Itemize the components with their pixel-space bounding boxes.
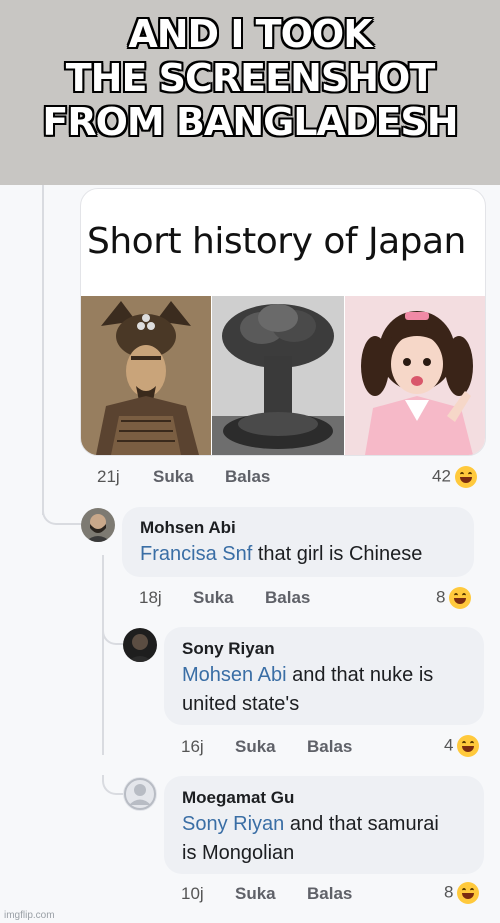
reply-button[interactable]: Balas <box>307 884 352 904</box>
reaction-count[interactable]: 42 <box>432 466 477 488</box>
like-button[interactable]: Suka <box>153 467 194 487</box>
user-photo-icon <box>81 508 115 542</box>
comment-actions: 18j Suka Balas <box>139 588 479 612</box>
comment-actions: 10j Suka Balas <box>181 884 481 908</box>
post-image-title: Short history of Japan <box>87 221 466 262</box>
avatar[interactable] <box>81 508 115 542</box>
comment-timestamp: 16j <box>181 737 204 756</box>
like-button[interactable]: Suka <box>193 588 234 608</box>
thread-connector <box>42 185 44 515</box>
comment-body-line-1: and that samurai <box>284 813 439 835</box>
comment-bubble: Sony Riyan Mohsen Abi and that nuke is un… <box>164 627 484 725</box>
reaction-count-value: 8 <box>444 882 454 902</box>
comment-body: that girl is Chinese <box>252 543 423 565</box>
comment-author[interactable]: Moegamat Gu <box>182 788 294 808</box>
reply-button[interactable]: Balas <box>265 588 310 608</box>
post-image-card[interactable]: Short history of Japan <box>80 188 486 456</box>
laughing-emoji-icon <box>457 735 480 757</box>
like-button[interactable]: Suka <box>235 737 276 757</box>
cosplay-girl-photo <box>345 296 485 455</box>
caption-line-3: FROM BANGLADESH <box>42 100 458 144</box>
mention-link[interactable]: Sony Riyan <box>182 813 284 835</box>
default-user-avatar-icon <box>123 777 157 811</box>
samurai-photo <box>81 296 211 455</box>
reply-button[interactable]: Balas <box>225 467 270 487</box>
reaction-count[interactable]: 8 <box>444 882 480 904</box>
comment-bubble: Moegamat Gu Sony Riyan and that samurai i… <box>164 776 484 874</box>
comment-body-line-1: and that nuke is <box>286 664 434 686</box>
reaction-count-value: 4 <box>444 735 454 755</box>
comment-timestamp: 18j <box>139 588 162 607</box>
avatar[interactable] <box>123 628 157 662</box>
mention-link[interactable]: Mohsen Abi <box>182 664 287 686</box>
meme-caption-banner: AND I TOOK THE SCREENSHOT FROM BANGLADES… <box>0 0 500 185</box>
watermark: imgflip.com <box>4 910 55 921</box>
like-button[interactable]: Suka <box>235 884 276 904</box>
avatar[interactable] <box>123 777 157 811</box>
comment-text: Mohsen Abi and that nuke is united state'… <box>182 661 433 719</box>
user-photo-icon <box>123 628 157 662</box>
mention-link[interactable]: Francisa Snf <box>140 543 252 565</box>
mushroom-cloud-photo <box>212 296 344 455</box>
caption-line-1: AND I TOOK <box>128 12 372 56</box>
reaction-count[interactable]: 4 <box>444 735 480 757</box>
laughing-emoji-icon <box>454 466 477 488</box>
comment-text: Francisa Snf that girl is Chinese <box>140 540 422 569</box>
caption-line-2: THE SCREENSHOT <box>65 56 436 100</box>
laughing-emoji-icon <box>449 587 472 609</box>
comment-timestamp: 10j <box>181 884 204 903</box>
laughing-emoji-icon <box>457 882 480 904</box>
reaction-count-value: 8 <box>436 587 446 607</box>
reply-button[interactable]: Balas <box>307 737 352 757</box>
post-timestamp: 21j <box>97 467 120 486</box>
comment-bubble: Mohsen Abi Francisa Snf that girl is Chi… <box>122 507 474 577</box>
thread-connector-curve <box>42 505 84 525</box>
reaction-count-value: 42 <box>432 466 451 486</box>
comment-body-line-2: is Mongolian <box>182 842 295 864</box>
reaction-count[interactable]: 8 <box>436 587 472 609</box>
post-actions: 21j Suka Balas <box>97 467 487 491</box>
comment-actions: 16j Suka Balas <box>181 737 481 761</box>
comment-author[interactable]: Mohsen Abi <box>140 518 236 538</box>
comment-body-line-2: united state's <box>182 693 300 715</box>
reply-thread-connector <box>102 555 104 755</box>
comment-text: Sony Riyan and that samurai is Mongolian <box>182 810 439 868</box>
comment-author[interactable]: Sony Riyan <box>182 639 275 659</box>
